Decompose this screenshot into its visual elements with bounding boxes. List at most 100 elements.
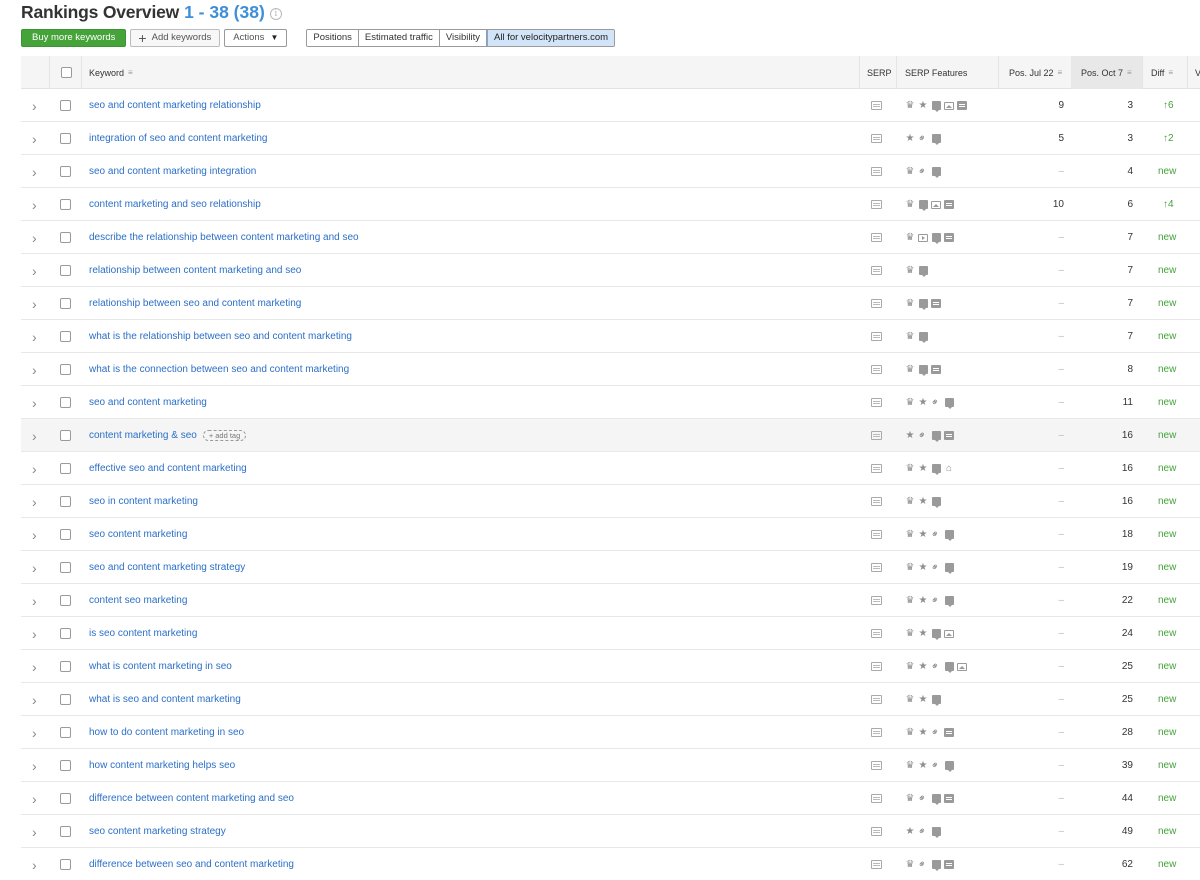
chevron-right-icon[interactable]: › [32,296,37,312]
table-row[interactable]: › seo content marketing strategy ★ ⚭ – 49 new [21,815,1200,848]
row-checkbox[interactable] [60,529,71,540]
expand-row-cell[interactable]: › [32,386,37,419]
expand-row-cell[interactable]: › [32,650,37,683]
serp-snapshot-icon[interactable] [871,365,882,374]
table-row[interactable]: › difference between seo and content mark… [21,848,1200,880]
keyword-count[interactable]: 1 - 38 (38) [184,2,265,23]
keyword-link[interactable]: seo and content marketing [89,397,207,408]
row-checkbox[interactable] [60,661,71,672]
row-checkbox-cell[interactable] [60,89,71,122]
segment-positions[interactable]: Positions [307,29,359,46]
chevron-right-icon[interactable]: › [32,560,37,576]
chevron-right-icon[interactable]: › [32,494,37,510]
row-checkbox[interactable] [60,628,71,639]
keyword-link[interactable]: content marketing & seo [89,430,197,441]
column-diff[interactable]: Diff ≡ [1151,56,1173,89]
keyword-link[interactable]: what is seo and content marketing [89,694,241,705]
table-row[interactable]: › what is the connection between seo and … [21,353,1200,386]
expand-row-cell[interactable]: › [32,353,37,386]
chevron-right-icon[interactable]: › [32,428,37,444]
serp-snapshot-icon[interactable] [871,101,882,110]
row-checkbox-cell[interactable] [60,617,71,650]
row-checkbox[interactable] [60,199,71,210]
column-keyword[interactable]: Keyword ≡ [89,56,133,89]
row-checkbox[interactable] [60,793,71,804]
keyword-link[interactable]: how to do content marketing in seo [89,727,244,738]
column-volume[interactable]: V [1195,56,1200,89]
expand-row-cell[interactable]: › [32,782,37,815]
keyword-link[interactable]: relationship between content marketing a… [89,265,301,276]
chevron-right-icon[interactable]: › [32,791,37,807]
add-tag-button[interactable]: + add tag [202,430,247,441]
row-checkbox[interactable] [60,826,71,837]
expand-row-cell[interactable]: › [32,815,37,848]
serp-snapshot-icon[interactable] [871,398,882,407]
serp-snapshot-icon[interactable] [871,233,882,242]
row-checkbox-cell[interactable] [60,419,71,452]
keyword-link[interactable]: seo and content marketing integration [89,166,256,177]
segment-all-for-velocitypartners-com[interactable]: All for velocitypartners.com [487,29,615,46]
serp-snapshot-icon[interactable] [871,827,882,836]
chevron-right-icon[interactable]: › [32,593,37,609]
table-row[interactable]: › what is the relationship between seo an… [21,320,1200,353]
row-checkbox-cell[interactable] [60,155,71,188]
serp-snapshot-icon[interactable] [871,761,882,770]
expand-row-cell[interactable]: › [32,716,37,749]
serp-snapshot-icon[interactable] [871,794,882,803]
chevron-right-icon[interactable]: › [32,263,37,279]
chevron-right-icon[interactable]: › [32,758,37,774]
keyword-link[interactable]: relationship between seo and content mar… [89,298,301,309]
row-checkbox[interactable] [60,397,71,408]
table-row[interactable]: › how content marketing helps seo ♛ ★ ⚭ – 39 ne… [21,749,1200,782]
row-checkbox-cell[interactable] [60,815,71,848]
row-checkbox-cell[interactable] [60,518,71,551]
serp-snapshot-icon[interactable] [871,200,882,209]
expand-row-cell[interactable]: › [32,89,37,122]
serp-snapshot-icon[interactable] [871,497,882,506]
table-row[interactable]: › content marketing and seo relationship ♛… [21,188,1200,221]
row-checkbox-cell[interactable] [60,320,71,353]
keyword-link[interactable]: what is the connection between seo and c… [89,364,349,375]
chevron-right-icon[interactable]: › [32,692,37,708]
table-row[interactable]: › integration of seo and content marketin… [21,122,1200,155]
row-checkbox[interactable] [60,430,71,441]
chevron-right-icon[interactable]: › [32,527,37,543]
chevron-right-icon[interactable]: › [32,164,37,180]
row-checkbox-cell[interactable] [60,287,71,320]
serp-snapshot-icon[interactable] [871,167,882,176]
row-checkbox[interactable] [60,298,71,309]
row-checkbox-cell[interactable] [60,485,71,518]
serp-snapshot-icon[interactable] [871,134,882,143]
expand-row-cell[interactable]: › [32,617,37,650]
chevron-right-icon[interactable]: › [32,626,37,642]
table-row[interactable]: › seo content marketing ♛ ★ ⚭ – 18 new [21,518,1200,551]
column-pos-oct7[interactable]: Pos. Oct 7 ≡ [1071,56,1142,89]
row-checkbox-cell[interactable] [60,254,71,287]
serp-snapshot-icon[interactable] [871,629,882,638]
serp-snapshot-icon[interactable] [871,662,882,671]
table-row[interactable]: › relationship between content marketing … [21,254,1200,287]
row-checkbox[interactable] [60,463,71,474]
expand-row-cell[interactable]: › [32,749,37,782]
row-checkbox[interactable] [60,694,71,705]
row-checkbox[interactable] [60,595,71,606]
expand-row-cell[interactable]: › [32,551,37,584]
serp-snapshot-icon[interactable] [871,332,882,341]
expand-row-cell[interactable]: › [32,320,37,353]
expand-row-cell[interactable]: › [32,485,37,518]
serp-snapshot-icon[interactable] [871,299,882,308]
keyword-link[interactable]: difference between content marketing and… [89,793,294,804]
table-row[interactable]: › seo and content marketing ♛ ★ ⚭ – 11 new [21,386,1200,419]
row-checkbox[interactable] [60,331,71,342]
keyword-link[interactable]: difference between seo and content marke… [89,859,294,870]
keyword-link[interactable]: describe the relationship between conten… [89,232,359,243]
row-checkbox-cell[interactable] [60,782,71,815]
expand-row-cell[interactable]: › [32,848,37,880]
row-checkbox-cell[interactable] [60,188,71,221]
table-row[interactable]: › content seo marketing ♛ ★ ⚭ – 22 new [21,584,1200,617]
row-checkbox[interactable] [60,265,71,276]
keyword-link[interactable]: seo in content marketing [89,496,198,507]
expand-row-cell[interactable]: › [32,584,37,617]
expand-row-cell[interactable]: › [32,254,37,287]
serp-snapshot-icon[interactable] [871,728,882,737]
